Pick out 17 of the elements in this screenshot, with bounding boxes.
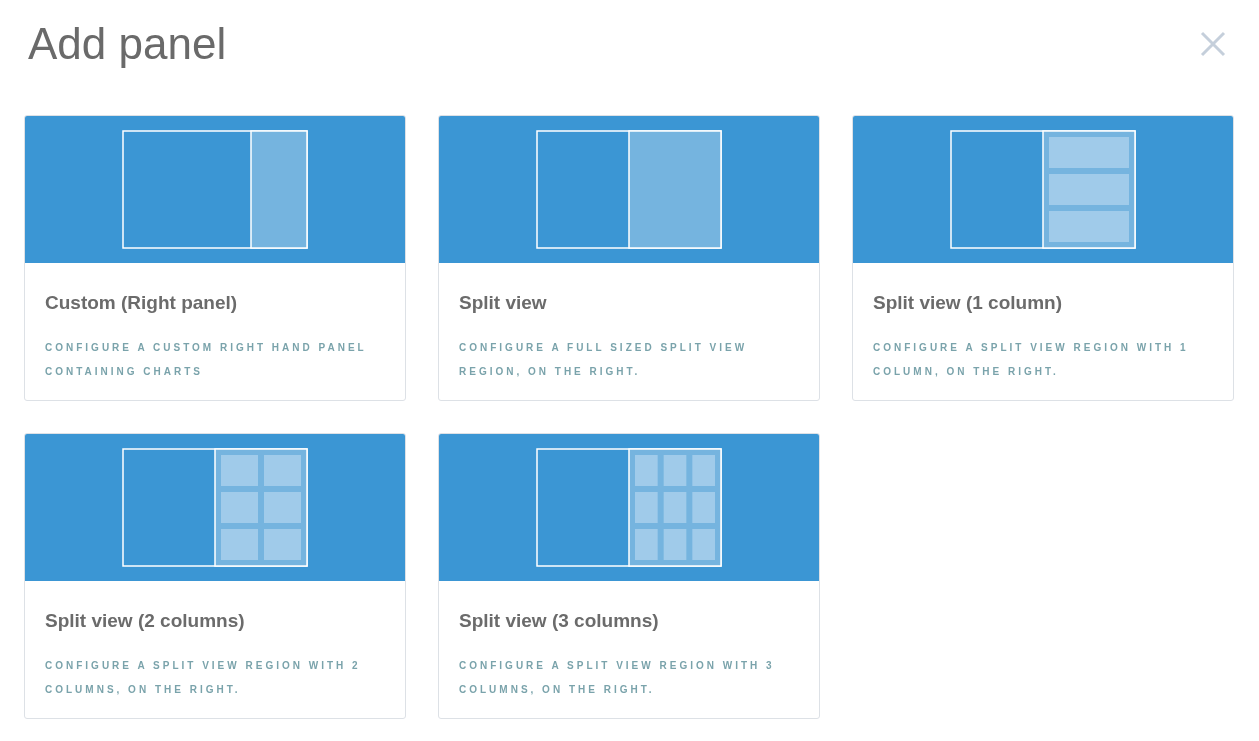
card-description: CONFIGURE A CUSTOM RIGHT HAND PANEL CONTAINING CHARTS [45,340,368,379]
card-description: CONFIGURE A SPLIT VIEW REGION WITH 2 COLUMNS, ON THE RIGHT. [45,658,362,697]
panel-option-card[interactable]: Custom (Right panel) CONFIGURE A CUSTOM RIGHT HAND PANEL CONTAINING CHARTS [24,115,406,401]
card-description: CONFIGURE A SPLIT VIEW REGION WITH 3 COLUMNS, ON THE RIGHT. [459,658,776,697]
panel-option-card[interactable]: Split view (2 columns) CONFIGURE A SPLIT VIEW REGION WITH 2 COLUMNS, ON THE RIGHT. [24,433,406,719]
panel-option-card[interactable]: Split view (3 columns) CONFIGURE A SPLIT VIEW REGION WITH 3 COLUMNS, ON THE RIGHT. [438,433,820,719]
card-title: Split view [459,291,548,315]
dialog-title: Add panel [27,17,227,70]
close-icon [1200,30,1226,57]
card-title: Split view (2 columns) [45,609,246,633]
card-title: Custom (Right panel) [45,291,239,315]
card-description: CONFIGURE A SPLIT VIEW REGION WITH 1 COLUMN, ON THE RIGHT. [873,340,1190,379]
card-title: Split view (1 column) [873,291,1063,315]
panel-option-card[interactable]: Split view CONFIGURE A FULL SIZED SPLIT VIEW REGION, ON THE RIGHT. [438,115,820,401]
card-title: Split view (3 columns) [459,609,660,633]
panel-option-card[interactable]: Split view (1 column) CONFIGURE A SPLIT VIEW REGION WITH 1 COLUMN, ON THE RIGHT. [852,115,1234,401]
card-description: CONFIGURE A FULL SIZED SPLIT VIEW REGION, ON THE RIGHT. [459,340,749,379]
